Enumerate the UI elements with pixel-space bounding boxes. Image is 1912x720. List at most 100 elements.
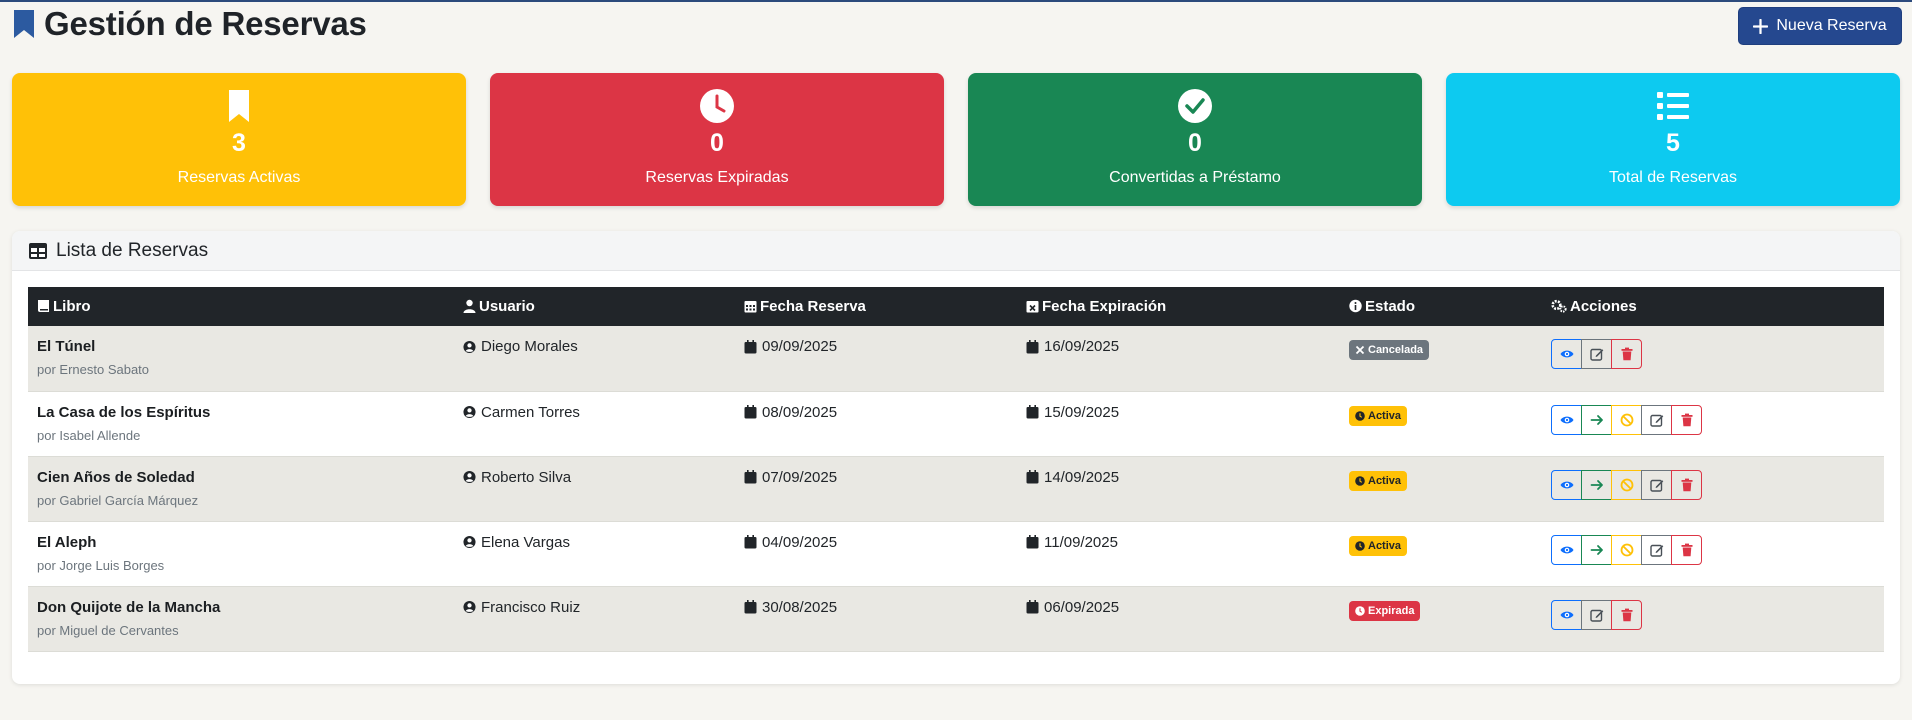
view-button[interactable] bbox=[1551, 339, 1582, 369]
view-button[interactable] bbox=[1551, 534, 1582, 565]
stat-label: Total de Reservas bbox=[1608, 169, 1738, 186]
column-header-usuario: Usuario bbox=[454, 287, 735, 326]
edit-icon bbox=[1589, 609, 1603, 622]
stat-card-expired: 0 Reservas Expiradas bbox=[490, 73, 944, 206]
status-cell: Activa bbox=[1340, 521, 1542, 586]
book-cell: Cien Años de Soledad por Gabriel García … bbox=[28, 456, 454, 521]
view-button[interactable] bbox=[1551, 599, 1582, 630]
info-circle-icon bbox=[1349, 299, 1362, 313]
delete-button[interactable] bbox=[1671, 469, 1702, 500]
actions-cell bbox=[1542, 391, 1884, 456]
table-header-row: Libro Usuario Fecha Reserva Fecha Expira… bbox=[28, 287, 1884, 326]
calendar-icon bbox=[1026, 470, 1039, 484]
page-title: Gestión de Reservas bbox=[44, 5, 367, 42]
calendar-icon bbox=[744, 405, 757, 419]
actions-cell bbox=[1542, 456, 1884, 521]
calendar-icon bbox=[744, 339, 757, 353]
expiry-date-cell: 15/09/2025 bbox=[1017, 391, 1340, 456]
panel-header: Lista de Reservas bbox=[12, 231, 1900, 271]
reserved-date: 07/09/2025 bbox=[762, 468, 838, 486]
status-badge: Activa bbox=[1349, 405, 1408, 426]
calendar-x-icon bbox=[1026, 301, 1039, 313]
cancel-reservation-button[interactable] bbox=[1611, 469, 1642, 500]
user-name: Carmen Torres bbox=[481, 403, 580, 421]
view-button[interactable] bbox=[1551, 469, 1582, 500]
user-cell: Francisco Ruiz bbox=[454, 586, 735, 651]
status-badge: Expirada bbox=[1349, 600, 1421, 621]
page-header: Gestión de Reservas bbox=[12, 4, 367, 44]
eye-icon bbox=[1560, 350, 1573, 358]
table-icon bbox=[29, 242, 47, 259]
table-row: El Aleph por Jorge Luis Borges Elena Var… bbox=[28, 521, 1884, 586]
user-name: Elena Vargas bbox=[481, 533, 570, 551]
edit-button[interactable] bbox=[1581, 599, 1612, 630]
eye-icon bbox=[1560, 416, 1573, 423]
reservations-table: Libro Usuario Fecha Reserva Fecha Expira… bbox=[28, 287, 1884, 652]
action-button-group bbox=[1551, 469, 1884, 500]
expiry-date-cell: 14/09/2025 bbox=[1017, 456, 1340, 521]
user-circle-icon bbox=[463, 535, 476, 549]
reserved-date: 04/09/2025 bbox=[762, 533, 838, 551]
convert-to-loan-button[interactable] bbox=[1581, 404, 1612, 435]
cancel-reservation-button[interactable] bbox=[1611, 404, 1642, 435]
status-badge: Cancelada bbox=[1349, 340, 1430, 360]
new-reservation-button[interactable]: Nueva Reserva bbox=[1738, 7, 1902, 45]
panel-title: Lista de Reservas bbox=[56, 239, 209, 261]
convert-to-loan-button[interactable] bbox=[1581, 469, 1612, 500]
book-author: por Miguel de Cervantes bbox=[37, 622, 179, 638]
actions-cell bbox=[1542, 326, 1884, 391]
column-header-fecha-reserva: Fecha Reserva bbox=[735, 287, 1017, 326]
calendar-icon bbox=[744, 600, 757, 614]
arrow-right-icon bbox=[1590, 544, 1603, 555]
reserved-date: 08/09/2025 bbox=[762, 403, 838, 421]
delete-button[interactable] bbox=[1611, 599, 1642, 630]
convert-to-loan-button[interactable] bbox=[1581, 534, 1612, 565]
edit-icon bbox=[1649, 414, 1663, 427]
user-circle-icon bbox=[463, 600, 476, 614]
expiry-date-cell: 16/09/2025 bbox=[1017, 326, 1340, 391]
ban-icon bbox=[1620, 478, 1633, 491]
expiry-date-cell: 06/09/2025 bbox=[1017, 586, 1340, 651]
edit-button[interactable] bbox=[1641, 469, 1672, 500]
trash-icon bbox=[1681, 413, 1692, 426]
edit-button[interactable] bbox=[1581, 339, 1612, 369]
table-row: La Casa de los Espíritus por Isabel Alle… bbox=[28, 391, 1884, 456]
reserved-date-cell: 04/09/2025 bbox=[735, 521, 1017, 586]
stat-label: Reservas Expiradas bbox=[645, 169, 789, 186]
book-title: El Aleph bbox=[37, 533, 97, 551]
delete-button[interactable] bbox=[1671, 534, 1702, 565]
eye-icon bbox=[1560, 611, 1573, 618]
ban-icon bbox=[1620, 543, 1633, 556]
ban-icon bbox=[1620, 413, 1633, 426]
edit-button[interactable] bbox=[1641, 404, 1672, 435]
table-row: Cien Años de Soledad por Gabriel García … bbox=[28, 456, 1884, 521]
book-author: por Jorge Luis Borges bbox=[37, 557, 165, 573]
book-title: Don Quijote de la Mancha bbox=[37, 598, 221, 616]
stat-value: 3 bbox=[232, 129, 246, 157]
status-cell: Activa bbox=[1340, 456, 1542, 521]
edit-icon bbox=[1589, 348, 1603, 361]
table-row: El Túnel por Ernesto Sabato Diego Morale… bbox=[28, 326, 1884, 391]
user-circle-icon bbox=[463, 340, 476, 353]
expiry-date-cell: 11/09/2025 bbox=[1017, 521, 1340, 586]
edit-button[interactable] bbox=[1641, 534, 1672, 565]
clock-icon bbox=[1355, 540, 1365, 551]
book-cell: El Aleph por Jorge Luis Borges bbox=[28, 521, 454, 586]
cancel-reservation-button[interactable] bbox=[1611, 534, 1642, 565]
calendar-icon bbox=[1026, 405, 1039, 419]
gears-icon bbox=[1551, 299, 1567, 313]
reserved-date-cell: 07/09/2025 bbox=[735, 456, 1017, 521]
calendar-icon bbox=[1026, 339, 1039, 353]
user-circle-icon bbox=[463, 470, 476, 484]
table-row: Don Quijote de la Mancha por Miguel de C… bbox=[28, 586, 1884, 651]
expiry-date: 06/09/2025 bbox=[1044, 598, 1120, 616]
delete-button[interactable] bbox=[1671, 404, 1702, 435]
column-header-acciones: Acciones bbox=[1542, 287, 1884, 326]
view-button[interactable] bbox=[1551, 404, 1582, 435]
stat-card-total: 5 Total de Reservas bbox=[1446, 73, 1900, 206]
bookmark-icon bbox=[229, 90, 249, 122]
delete-button[interactable] bbox=[1611, 339, 1642, 369]
clock-icon bbox=[700, 89, 734, 123]
book-cell: El Túnel por Ernesto Sabato bbox=[28, 326, 454, 391]
trash-icon bbox=[1621, 608, 1632, 621]
